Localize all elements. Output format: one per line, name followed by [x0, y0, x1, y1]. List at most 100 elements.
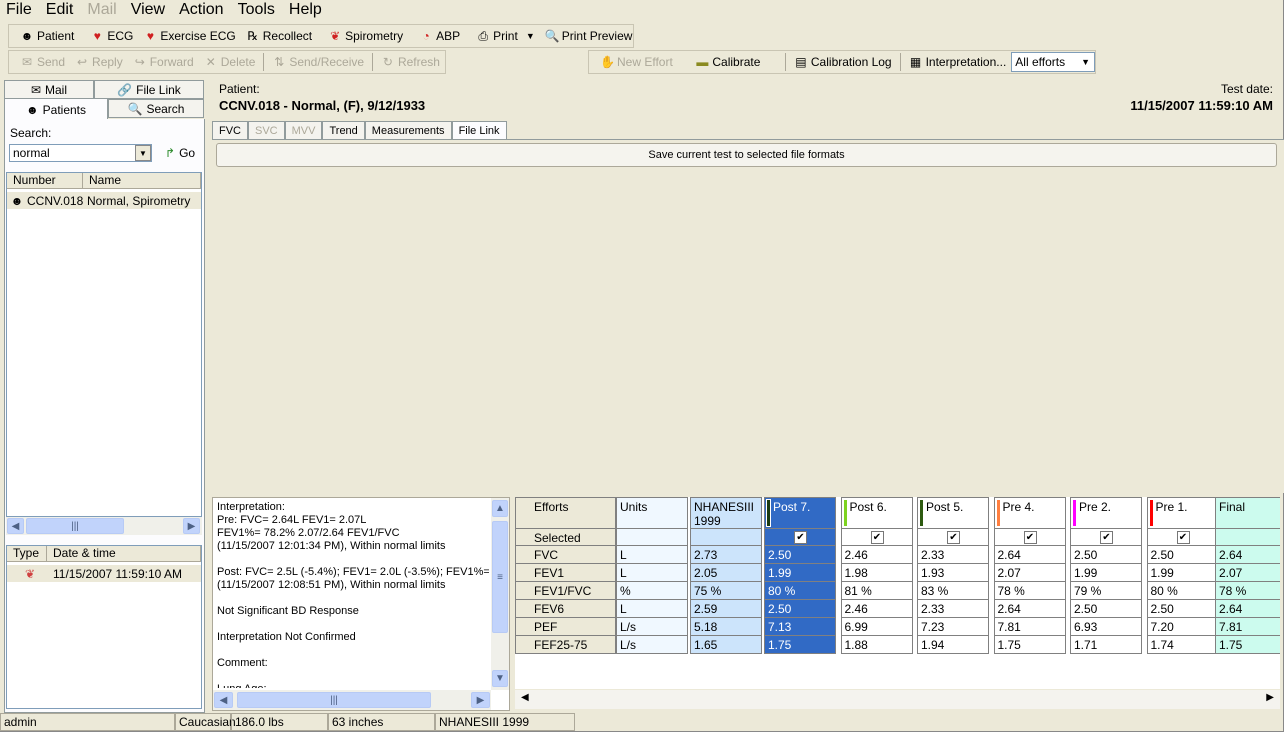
grid-cell: 1.65 — [690, 635, 762, 654]
send-button[interactable]: ✉ Send — [15, 51, 70, 73]
efforts-grid: Efforts Selected FVC FEV1 FEV1/FVC FEV6 PEF FEF… — [515, 497, 1280, 689]
calibrate-button[interactable]: ▬ Calibrate — [690, 51, 782, 73]
efforts-select[interactable]: All efforts ▼ — [1011, 52, 1096, 72]
search-input[interactable]: normal ▼ — [9, 144, 152, 162]
search-icon: 🔍 — [127, 101, 143, 116]
patient-icon: ☻ — [26, 102, 39, 117]
interpretation-button[interactable]: ▦ Interpretation... — [904, 51, 1012, 73]
menu-edit[interactable]: Edit — [40, 0, 82, 22]
ecg-button[interactable]: ♥ ECG — [85, 25, 138, 47]
go-button[interactable]: ↱ Go — [165, 146, 195, 160]
print-button[interactable]: ⎙ Print ▼ — [471, 25, 540, 47]
list-item[interactable]: ☻ CCNV.018 Normal, Spirometry — [7, 192, 201, 209]
menu-tools[interactable]: Tools — [232, 0, 283, 22]
abp-button[interactable]: ◔ ABP — [414, 25, 465, 47]
print-preview-button[interactable]: 🔍 Print Preview — [540, 25, 638, 47]
horizontal-scrollbar[interactable]: ◀ ||| ▶ — [213, 690, 491, 710]
interpretation-line: FEV1%= 78.2% 2.07/2.64 FEV1/FVC — [217, 527, 400, 539]
tab-svc[interactable]: SVC — [248, 121, 285, 140]
test-list: Type Date & time ❦ 11/15/2007 11:59:10 AM — [6, 545, 202, 709]
interpretation-line: Pre: FVC= 2.64L FEV1= 2.07L — [217, 514, 367, 526]
tab-measurements[interactable]: Measurements — [364, 121, 452, 140]
effort-selected-checkbox[interactable]: ✔ — [794, 531, 807, 544]
grid-cell — [616, 528, 688, 546]
tab-mvv[interactable]: MVV — [284, 121, 323, 140]
grid-horizontal-scrollbar[interactable]: ◀ ▶ — [515, 690, 1280, 709]
tab-trend[interactable]: Trend — [322, 121, 365, 140]
column-header-name[interactable]: Name — [83, 173, 201, 189]
effort-selected-checkbox[interactable]: ✔ — [1100, 531, 1113, 544]
scroll-left-icon[interactable]: ◀ — [521, 692, 529, 703]
effort-color-marker — [1149, 500, 1153, 526]
menu-file[interactable]: File — [0, 0, 40, 22]
effort-color-marker — [920, 500, 923, 526]
scroll-up-icon[interactable]: ▲ — [492, 500, 508, 517]
column-header-type[interactable]: Type — [7, 546, 47, 562]
reply-button[interactable]: ↩ Reply — [70, 51, 128, 73]
exercise-ecg-button[interactable]: ♥ Exercise ECG — [138, 25, 240, 47]
tab-mail[interactable]: ✉ Mail — [4, 80, 94, 99]
grid-cell: 7.23 — [917, 617, 989, 636]
scroll-right-icon[interactable]: ▶ — [183, 518, 200, 534]
menu-mail[interactable]: Mail — [81, 0, 124, 22]
grid-cell: 2.64 — [1215, 599, 1280, 618]
ecg-icon: ♥ — [93, 29, 101, 43]
chevron-down-icon[interactable]: ▼ — [526, 31, 535, 41]
interpretation-line: Comment: — [217, 657, 268, 669]
scrollbar-thumb[interactable]: ||| — [237, 692, 431, 708]
spirometry-button[interactable]: ❦ Spirometry — [323, 25, 408, 47]
grid-cell: ✔ — [840, 528, 913, 546]
tab-file-link[interactable]: 🔗 File Link — [94, 80, 204, 99]
send-receive-button[interactable]: ⇅ Send/Receive — [267, 51, 369, 73]
grid-cell: 1.75 — [993, 635, 1066, 654]
calibration-log-button[interactable]: ▤ Calibration Log — [789, 51, 897, 73]
grid-cell: 2.33 — [917, 599, 989, 618]
effort-color-marker — [1073, 500, 1076, 526]
grid-cell: ✔ — [993, 528, 1066, 546]
main-toolbar: ☻ Patient ♥ ECG ♥ Exercise ECG ℞ Recollect ❦ Spir… — [8, 24, 634, 48]
menu-view[interactable]: View — [125, 0, 173, 22]
scroll-left-icon[interactable]: ◀ — [214, 692, 233, 708]
status-field: 186.0 lbs — [231, 713, 328, 731]
recollect-button[interactable]: ℞ Recollect — [241, 25, 317, 47]
grid-cell: 1.99 — [764, 563, 836, 582]
menu-action[interactable]: Action — [173, 0, 231, 22]
interpretation-text[interactable]: Interpretation: Pre: FVC= 2.64L FEV1= 2.0… — [212, 497, 510, 711]
scroll-down-icon[interactable]: ▼ — [492, 670, 508, 687]
effort-selected-checkbox[interactable]: ✔ — [1023, 531, 1037, 544]
interpretation-line: (11/15/2007 12:01:34 PM), Within normal … — [217, 540, 446, 552]
grid-cell: 1.74 — [1146, 635, 1219, 654]
scroll-right-icon[interactable]: ▶ — [471, 692, 490, 708]
patient-button[interactable]: ☻ Patient — [15, 25, 79, 47]
patient-label: Patient: — [219, 82, 260, 96]
delete-button[interactable]: ✕ Delete — [199, 51, 261, 73]
effort-selected-checkbox[interactable]: ✔ — [947, 531, 960, 544]
tab-file-link[interactable]: File Link — [451, 121, 507, 140]
column-header-number[interactable]: Number — [7, 173, 83, 189]
horizontal-scrollbar[interactable]: ◀ ||| ▶ — [6, 517, 202, 535]
refresh-button[interactable]: ↻ Refresh — [376, 51, 445, 73]
tab-fvc[interactable]: FVC — [212, 121, 248, 140]
scrollbar-thumb[interactable]: ≡ — [492, 521, 508, 633]
column-header-datetime[interactable]: Date & time — [47, 546, 201, 562]
list-item[interactable]: ❦ 11/15/2007 11:59:10 AM — [7, 565, 201, 582]
effort-selected-checkbox[interactable]: ✔ — [870, 531, 884, 544]
tab-patients[interactable]: ☻ Patients — [4, 98, 108, 120]
vertical-scrollbar[interactable]: ▲ ≡ ▼ — [491, 498, 509, 690]
grid-cell: 6.99 — [840, 617, 913, 636]
menu-help[interactable]: Help — [283, 0, 330, 22]
forward-button[interactable]: ↪ Forward — [128, 51, 199, 73]
grid-cell: 1.93 — [917, 563, 989, 582]
grid-cell: 7.13 — [764, 617, 836, 636]
chevron-down-icon: ▼ — [1081, 57, 1091, 67]
new-effort-button[interactable]: ✋ New Effort — [595, 51, 690, 73]
tab-search[interactable]: 🔍 Search — [108, 99, 204, 118]
save-file-formats-button[interactable]: Save current test to selected file forma… — [216, 143, 1277, 167]
scroll-left-icon[interactable]: ◀ — [7, 518, 24, 534]
chevron-down-icon[interactable]: ▼ — [135, 145, 151, 161]
scrollbar-thumb[interactable]: ||| — [26, 518, 124, 534]
grid-cell: 2.64 — [993, 545, 1066, 564]
effort-selected-checkbox[interactable]: ✔ — [1176, 531, 1190, 544]
grid-cell: 80 % — [764, 581, 836, 600]
scroll-right-icon[interactable]: ▶ — [1266, 692, 1274, 703]
